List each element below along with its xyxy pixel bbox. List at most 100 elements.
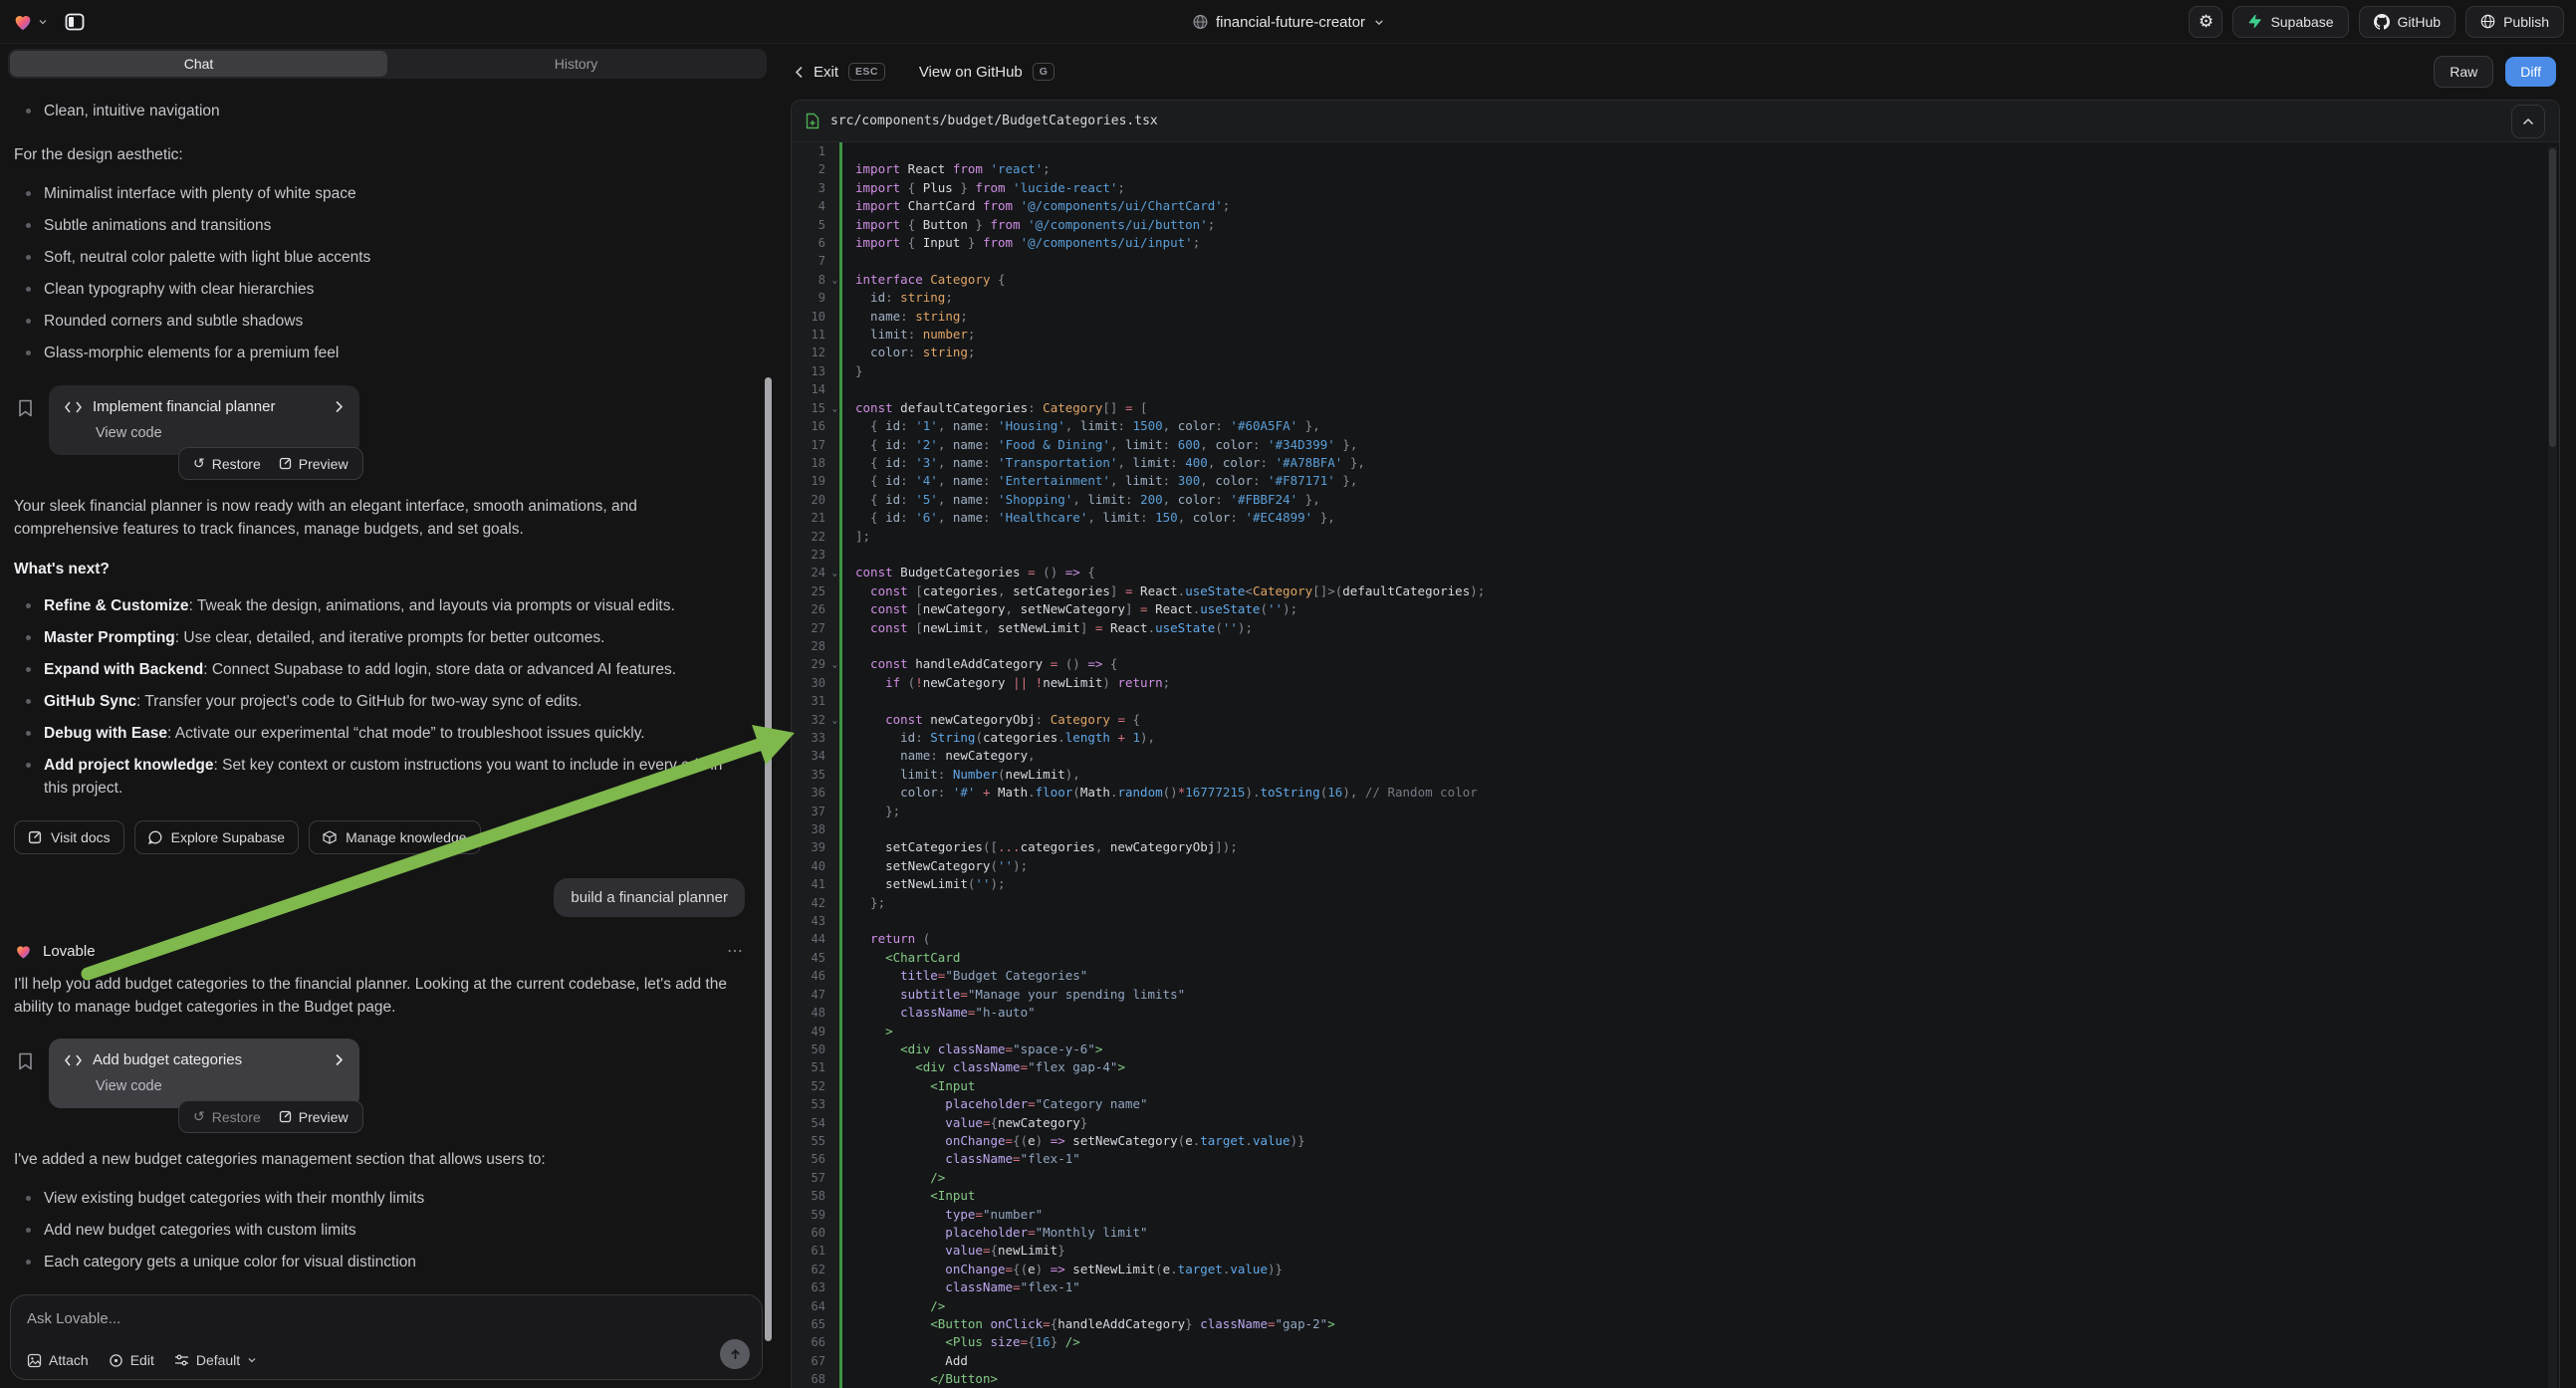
restore-icon: ↺ (193, 1108, 205, 1125)
settings-button[interactable]: ⚙ (2189, 6, 2223, 38)
code-line: 47 subtitle="Manage your spending limits… (792, 986, 2559, 1004)
list-item: Add project knowledge: Set key context o… (44, 754, 745, 800)
target-icon (109, 1353, 123, 1368)
tab-history[interactable]: History (387, 51, 765, 77)
attach-button[interactable]: Attach (27, 1352, 89, 1368)
mode-selector[interactable]: Default (174, 1352, 257, 1368)
visit-docs-button[interactable]: Visit docs (14, 820, 124, 854)
supabase-button[interactable]: Supabase (2232, 6, 2348, 38)
chat-scrollbar-thumb[interactable] (765, 377, 772, 1341)
code-icon (65, 401, 82, 413)
external-link-icon (279, 457, 292, 470)
code-line: 65 <Button onClick={handleAddCategory} c… (792, 1315, 2559, 1333)
file-path: src/components/budget/BudgetCategories.t… (830, 114, 1158, 128)
design-bullet-list: Minimalist interface with plenty of whit… (14, 182, 745, 364)
code-line: 19 { id: '4', name: 'Entertainment', lim… (792, 472, 2559, 490)
code-icon (65, 1054, 82, 1066)
code-line: 43 (792, 912, 2559, 930)
code-line: 67 Add (792, 1352, 2559, 1370)
whats-next-heading: What's next? (14, 561, 745, 578)
code-line: 60 placeholder="Monthly limit" (792, 1224, 2559, 1242)
code-toolbar: Exit ESC View on GitHub G Raw Diff (791, 44, 2560, 100)
file-card: src/components/budget/BudgetCategories.t… (791, 100, 2560, 1388)
github-icon (2374, 14, 2390, 30)
list-item: Rounded corners and subtle shadows (44, 310, 745, 333)
project-switcher[interactable]: financial-future-creator (1192, 0, 1384, 44)
view-code-link[interactable]: View code (96, 425, 344, 441)
toggle-sidebar-button[interactable] (58, 5, 92, 39)
code-line: 24const BudgetCategories = () => { (792, 564, 2559, 581)
collapse-file-button[interactable] (2511, 105, 2545, 138)
code-line: 9 id: string; (792, 289, 2559, 307)
prompt-toolbar: Attach Edit (27, 1352, 710, 1368)
chevron-up-icon (2522, 117, 2534, 125)
tab-chat[interactable]: Chat (10, 51, 387, 77)
supabase-icon (2247, 14, 2262, 30)
attach-image-icon (27, 1353, 42, 1368)
lovable-logo-menu[interactable] (12, 11, 48, 33)
preview-button[interactable]: Preview (279, 1109, 349, 1125)
esc-key-badge: ESC (848, 63, 885, 81)
raw-toggle-button[interactable]: Raw (2434, 56, 2493, 88)
code-line: 11 limit: number; (792, 326, 2559, 344)
manage-knowledge-button[interactable]: Manage knowledge (309, 820, 480, 854)
message-menu-icon[interactable]: ⋯ (727, 941, 745, 961)
view-on-github-button[interactable]: View on GitHub G (919, 63, 1055, 81)
github-button[interactable]: GitHub (2359, 6, 2457, 38)
list-item: Refine & Customize: Tweak the design, an… (44, 594, 745, 617)
version-title: Add budget categories (93, 1051, 242, 1068)
top-bar: financial-future-creator ⚙ Supabase GitH… (0, 0, 2576, 44)
sliders-icon (174, 1353, 189, 1367)
code-line: 53 placeholder="Category name" (792, 1095, 2559, 1113)
exit-button[interactable]: Exit ESC (795, 63, 885, 81)
code-lines[interactable]: 1 2import React from 'react';3import { P… (792, 142, 2559, 1388)
list-item: Clean, intuitive navigation (44, 100, 745, 122)
chat-scroll-area[interactable]: Clean, intuitive navigation For the desi… (0, 86, 767, 1294)
code-line: 10 name: string; (792, 308, 2559, 326)
chevron-right-icon (335, 400, 344, 413)
explore-supabase-button[interactable]: Explore Supabase (134, 820, 299, 854)
version-card-add-budget-categories[interactable]: Add budget categories View code ↺ Restor… (49, 1039, 359, 1108)
chevron-down-icon (1373, 17, 1384, 28)
code-line: 23 (792, 546, 2559, 564)
code-line: 37 }; (792, 803, 2559, 820)
code-scrollbar-thumb[interactable] (2549, 148, 2556, 447)
view-code-link[interactable]: View code (96, 1078, 344, 1094)
prompt-box[interactable]: Ask Lovable... Attach (10, 1294, 763, 1380)
restore-icon: ↺ (193, 455, 205, 472)
diff-toggle-button[interactable]: Diff (2505, 57, 2556, 87)
code-line: 32 const newCategoryObj: Category = { (792, 711, 2559, 729)
chat-panel: Chat History Clean, intuitive navigation… (0, 44, 775, 1388)
bookmark-icon[interactable] (18, 1052, 33, 1070)
list-item: GitHub Sync: Transfer your project's cod… (44, 690, 745, 713)
code-scrollbar[interactable] (2548, 146, 2557, 1388)
code-line: 4import ChartCard from '@/components/ui/… (792, 197, 2559, 215)
prompt-placeholder: Ask Lovable... (27, 1310, 746, 1327)
code-line: 49 > (792, 1023, 2559, 1041)
code-line: 13} (792, 362, 2559, 380)
version-card-row: Add budget categories View code ↺ Restor… (18, 1039, 745, 1108)
code-line: 30 if (!newCategory || !newLimit) return… (792, 674, 2559, 692)
lovable-heart-icon (12, 11, 34, 33)
app-window: financial-future-creator ⚙ Supabase GitH… (0, 0, 2576, 1388)
restore-button[interactable]: ↺ Restore (193, 1108, 261, 1125)
preview-button[interactable]: Preview (279, 456, 349, 472)
code-line: 33 id: String(categories.length + 1), (792, 729, 2559, 747)
list-item: Expand with Backend: Connect Supabase to… (44, 658, 745, 681)
list-item: Add new budget categories with custom li… (44, 1219, 745, 1242)
version-card-implement-financial-planner[interactable]: Implement financial planner View code ↺ … (49, 385, 359, 455)
list-item: Master Prompting: Use clear, detailed, a… (44, 626, 745, 649)
file-header[interactable]: src/components/budget/BudgetCategories.t… (792, 101, 2559, 142)
code-line: 16 { id: '1', name: 'Housing', limit: 15… (792, 417, 2559, 435)
code-line: 28 (792, 637, 2559, 655)
code-line: 40 setNewCategory(''); (792, 857, 2559, 875)
restore-button[interactable]: ↺ Restore (193, 455, 261, 472)
publish-button[interactable]: Publish (2465, 6, 2564, 38)
list-item: Each category gets a unique color for vi… (44, 1251, 745, 1273)
code-line: 5import { Button } from '@/components/ui… (792, 216, 2559, 234)
bookmark-icon[interactable] (18, 399, 33, 417)
panel-toggle-icon (65, 12, 85, 32)
edit-button[interactable]: Edit (109, 1352, 154, 1368)
send-button[interactable] (720, 1339, 750, 1369)
code-line: 42 }; (792, 894, 2559, 912)
